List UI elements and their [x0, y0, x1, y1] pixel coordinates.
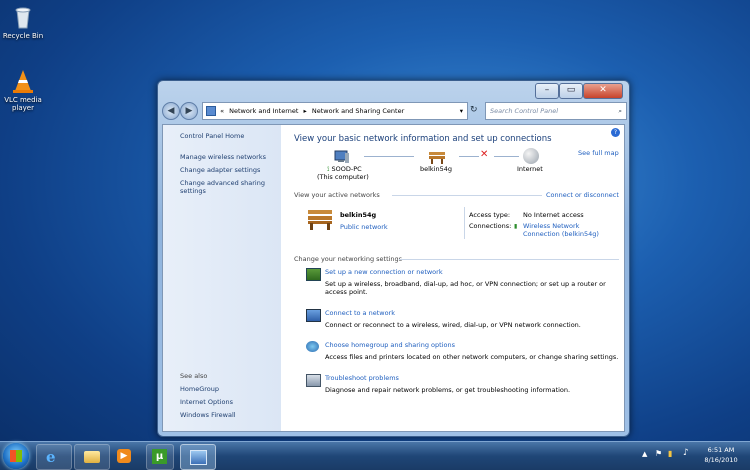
setup-connection-desc: Set up a wireless, broadband, dial-up, a…: [325, 280, 606, 296]
vertical-divider: [464, 207, 465, 239]
network-type-link[interactable]: Public network: [340, 223, 388, 231]
taskbar-explorer-button[interactable]: [74, 444, 110, 470]
content-panel: Control Panel Home Manage wireless netwo…: [162, 124, 625, 432]
bench-router-icon[interactable]: [428, 149, 446, 164]
minimize-button[interactable]: –: [535, 83, 559, 99]
recycle-bin-label: Recycle Bin: [2, 32, 44, 40]
network-sharing-center-window: – ▭ ✕ ◀ ▶ « Network and Internet ▸ Netwo…: [157, 80, 630, 437]
refresh-button[interactable]: ↻: [470, 102, 482, 118]
connect-disconnect-link[interactable]: Connect or disconnect: [546, 191, 619, 199]
clock-time: 6:51 AM: [707, 446, 735, 454]
active-networks-heading: View your active networks: [294, 191, 380, 199]
back-button[interactable]: ◀: [162, 102, 180, 120]
new-connection-icon: [306, 268, 321, 281]
setup-connection-link[interactable]: Set up a new connection or network: [325, 268, 443, 276]
navigation-bar: ◀ ▶ « Network and Internet ▸ Network and…: [162, 102, 627, 120]
recycle-bin-desktop-icon[interactable]: Recycle Bin: [0, 4, 46, 40]
caption-buttons: – ▭ ✕: [535, 83, 623, 99]
close-button[interactable]: ✕: [583, 83, 623, 99]
internet-options-link[interactable]: Internet Options: [180, 398, 233, 406]
connect-network-link[interactable]: Connect to a network: [325, 309, 395, 317]
sidebar: Control Panel Home Manage wireless netwo…: [163, 125, 281, 431]
see-also-heading: See also: [180, 372, 208, 380]
taskbar-control-panel-button[interactable]: [180, 444, 216, 470]
clock-date: 8/16/2010: [704, 456, 738, 464]
connect-network-desc: Connect or reconnect to a wireless, wire…: [325, 321, 581, 329]
section-divider: [399, 259, 619, 260]
section-divider: [392, 195, 542, 196]
address-bar[interactable]: « Network and Internet ▸ Network and Sha…: [202, 102, 468, 120]
forward-arrow-icon: ▶: [185, 106, 193, 116]
wireless-signal-icon: ⟟: [327, 165, 330, 173]
main-content: View your basic network information and …: [294, 125, 624, 431]
breadcrumb-network-and-internet[interactable]: Network and Internet: [229, 107, 298, 115]
internet-label: Internet: [517, 165, 543, 173]
troubleshoot-icon: [306, 374, 321, 387]
folder-icon: [84, 451, 100, 463]
tray-volume-icon[interactable]: ♪: [683, 448, 689, 458]
start-button[interactable]: [3, 443, 29, 469]
connections-label: Connections:: [469, 222, 512, 230]
active-network-name: belkin54g: [340, 211, 377, 219]
search-icon[interactable]: ⌕: [618, 103, 622, 119]
connect-network-icon: [306, 309, 321, 322]
page-title: View your basic network information and …: [294, 134, 552, 144]
change-adapter-settings-link[interactable]: Change adapter settings: [180, 166, 260, 174]
control-panel-icon: [190, 450, 207, 465]
router-label: belkin54g: [420, 165, 453, 173]
taskbar: e ▶ µ ▲ ⚑ ▮ ♪ 6:51 AM 8/16/2010: [0, 441, 750, 470]
address-overflow[interactable]: «: [220, 107, 224, 115]
windows-logo-icon: [10, 450, 22, 462]
wireless-connection-link[interactable]: Wireless Network Connection (belkin54g): [523, 222, 618, 238]
taskbar-media-player-button[interactable]: ▶: [112, 444, 138, 468]
computer-name[interactable]: ⟟ SOOD-PC: [327, 165, 362, 173]
tray-show-hidden-icon[interactable]: ▲: [642, 450, 647, 458]
taskbar-ie-button[interactable]: e: [36, 444, 72, 470]
change-advanced-sharing-link[interactable]: Change advanced sharing settings: [180, 179, 275, 195]
search-placeholder: Search Control Panel: [490, 107, 559, 115]
wireless-signal-bars-icon: ▮: [514, 223, 518, 230]
change-settings-heading: Change your networking settings: [294, 255, 403, 263]
internet-globe-icon[interactable]: [523, 148, 539, 164]
control-panel-icon: [206, 106, 216, 116]
breadcrumb-separator[interactable]: ▸: [304, 107, 307, 115]
maximize-button[interactable]: ▭: [559, 83, 583, 99]
no-connection-x-icon[interactable]: ✕: [480, 148, 488, 162]
search-box[interactable]: Search Control Panel ⌕: [485, 102, 627, 120]
map-link-line: [459, 156, 479, 157]
troubleshoot-desc: Diagnose and repair network problems, or…: [325, 386, 571, 394]
manage-wireless-networks-link[interactable]: Manage wireless networks: [180, 153, 266, 161]
access-type-value: No Internet access: [523, 211, 584, 219]
recycle-bin-icon: [10, 4, 36, 30]
taskbar-utorrent-button[interactable]: µ: [146, 444, 174, 470]
tray-network-icon[interactable]: ▮: [668, 449, 672, 458]
address-dropdown-icon[interactable]: ▾: [460, 103, 463, 119]
control-panel-home-link[interactable]: Control Panel Home: [180, 132, 244, 140]
public-network-bench-icon: [306, 208, 334, 230]
this-computer-label: (This computer): [317, 173, 369, 181]
homegroup-options-desc: Access files and printers located on oth…: [325, 353, 619, 361]
clock[interactable]: 6:51 AM 8/16/2010: [698, 445, 744, 465]
breadcrumb-network-sharing-center[interactable]: Network and Sharing Center: [312, 107, 404, 115]
utorrent-icon: µ: [152, 449, 167, 464]
homegroup-options-link[interactable]: Choose homegroup and sharing options: [325, 341, 455, 349]
map-link-line: [364, 156, 414, 157]
troubleshoot-link[interactable]: Troubleshoot problems: [325, 374, 399, 382]
access-type-label: Access type:: [469, 211, 511, 219]
back-arrow-icon: ◀: [167, 106, 175, 116]
computer-icon[interactable]: [334, 149, 350, 163]
internet-explorer-icon: e: [46, 448, 56, 466]
media-player-icon: ▶: [117, 449, 131, 463]
vlc-desktop-icon[interactable]: VLC media player: [0, 68, 46, 112]
map-link-line: [494, 156, 519, 157]
windows-firewall-link[interactable]: Windows Firewall: [180, 411, 236, 419]
vlc-label: VLC media player: [4, 96, 42, 112]
tray-flag-icon[interactable]: ⚑: [655, 449, 662, 458]
computer-name-label: SOOD-PC: [331, 165, 362, 173]
see-full-map-link[interactable]: See full map: [578, 149, 619, 157]
homegroup-link[interactable]: HomeGroup: [180, 385, 219, 393]
homegroup-icon: [306, 341, 319, 352]
forward-button[interactable]: ▶: [180, 102, 198, 120]
vlc-cone-icon: [10, 68, 36, 94]
